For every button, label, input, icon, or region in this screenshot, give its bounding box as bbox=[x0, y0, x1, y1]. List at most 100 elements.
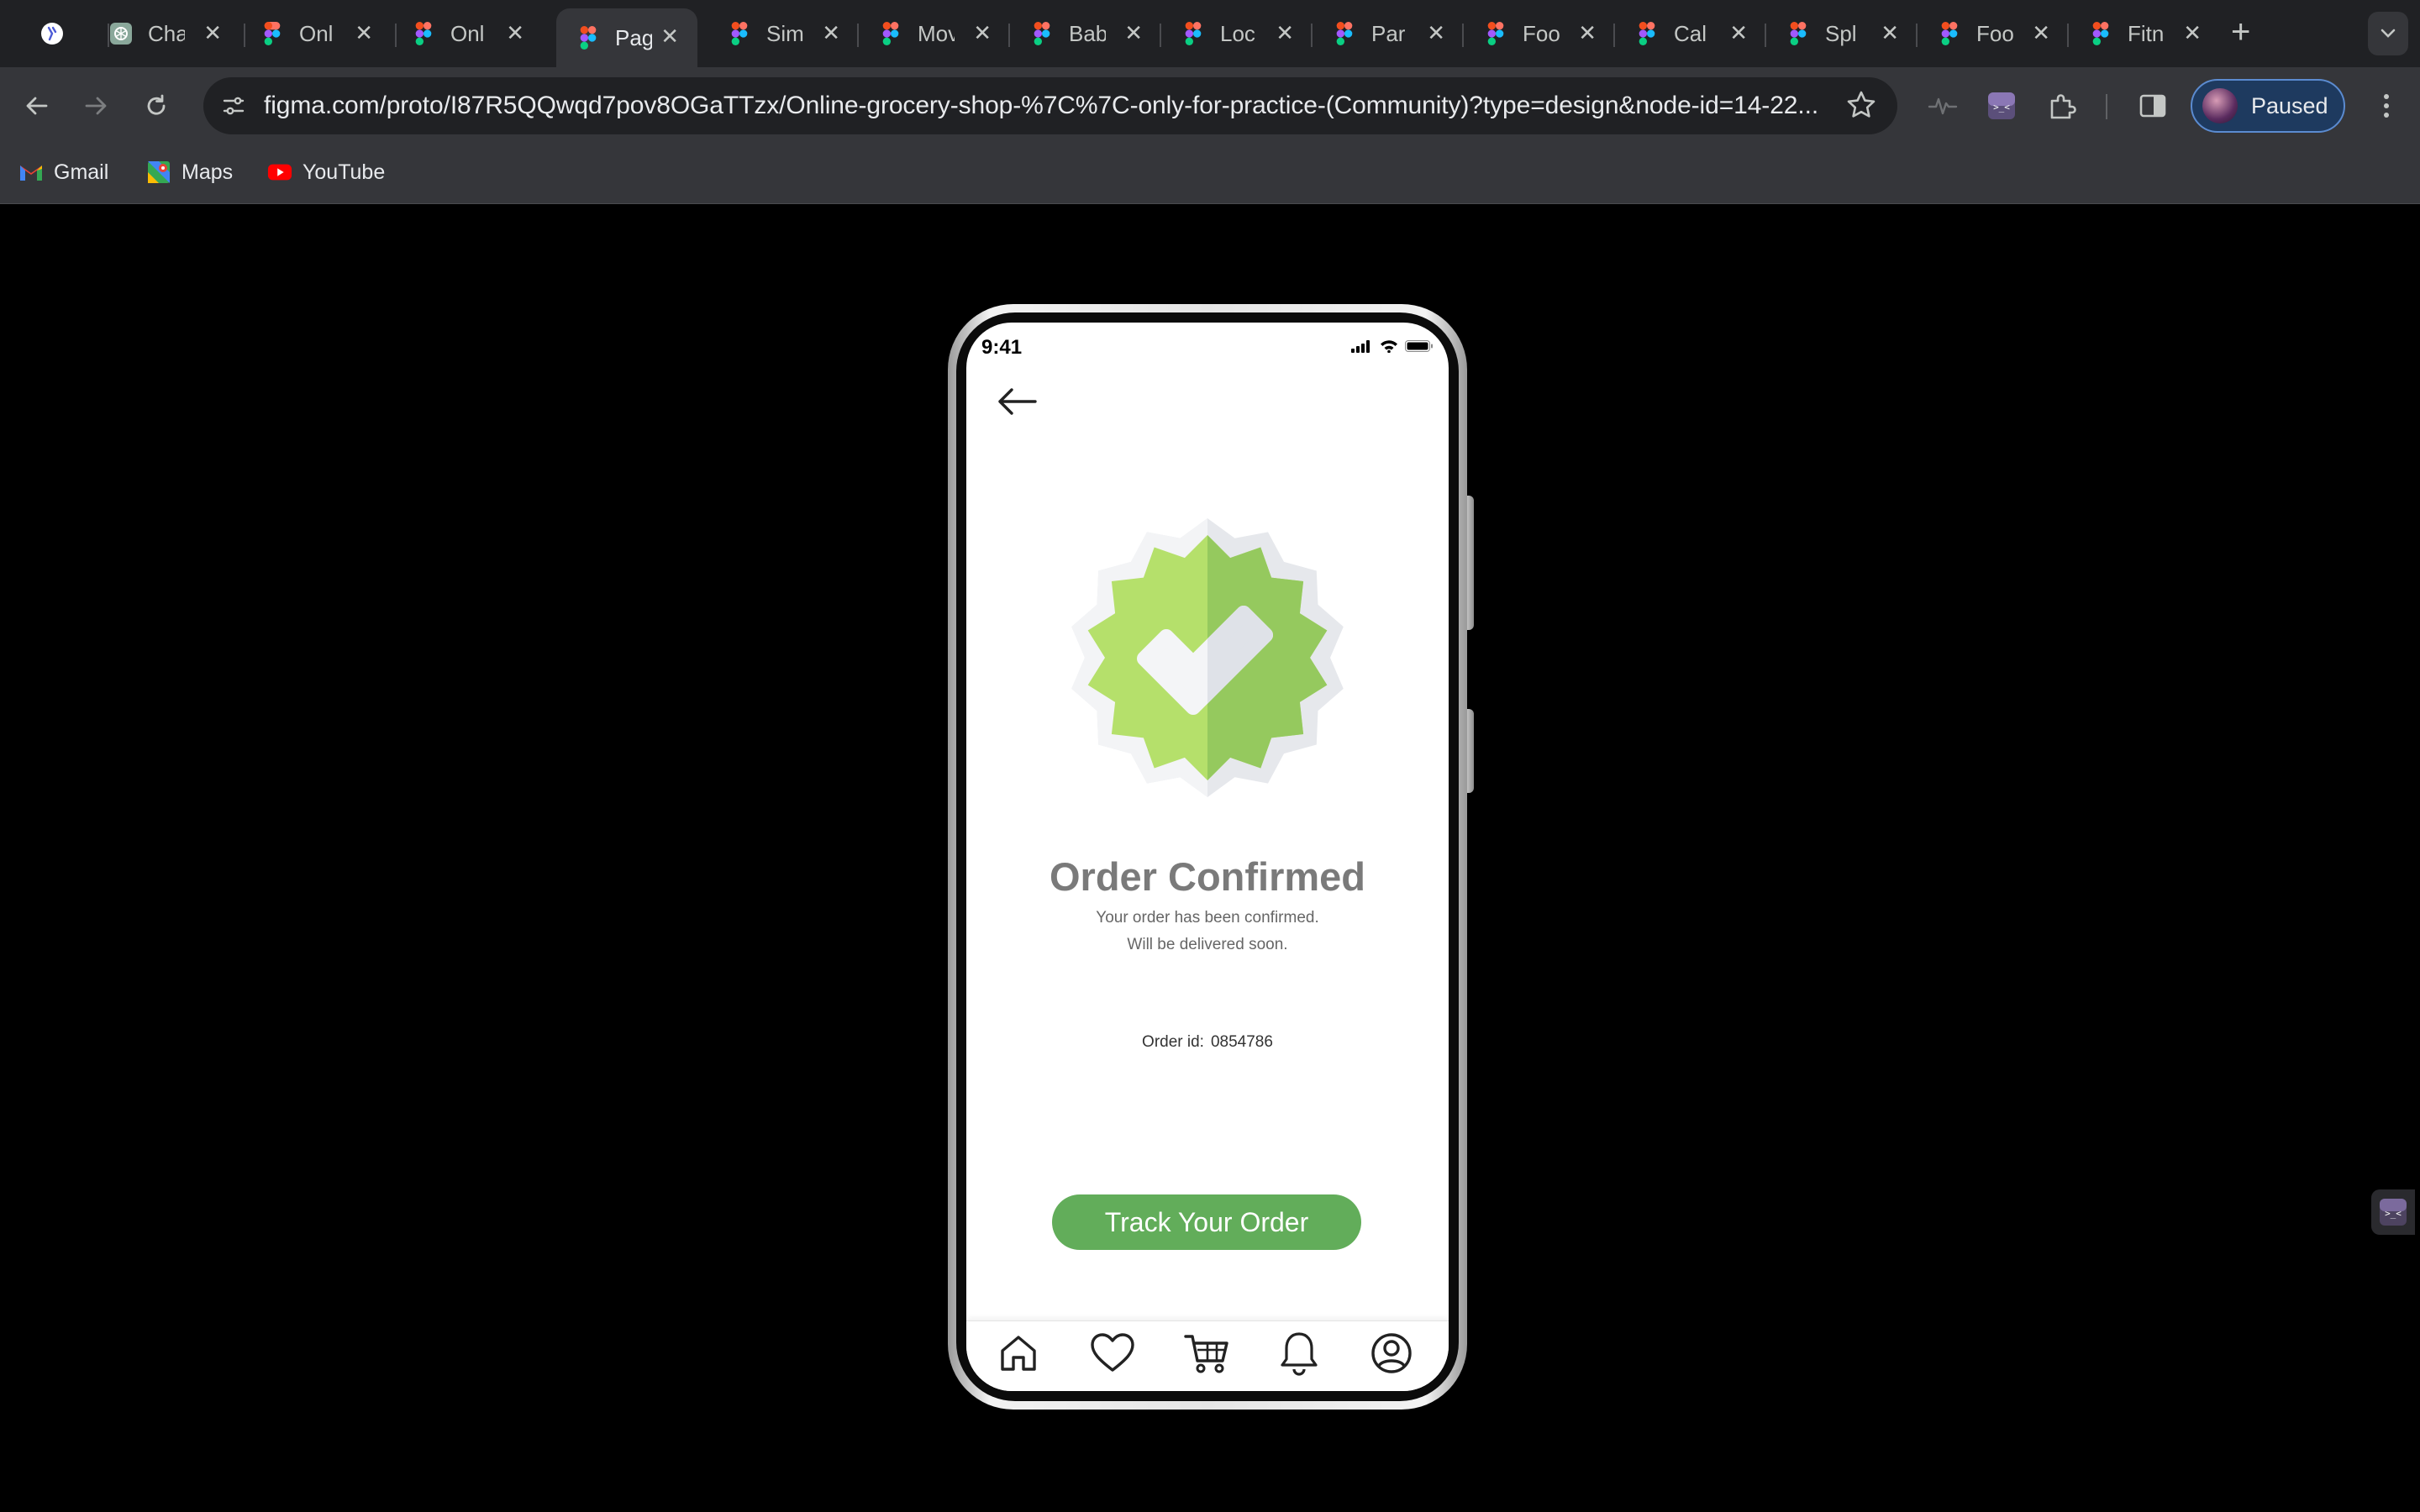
figma-icon bbox=[1333, 22, 1356, 45]
arrow-left-icon bbox=[998, 388, 1037, 415]
tab-app[interactable] bbox=[20, 12, 71, 55]
figma-icon bbox=[1786, 22, 1810, 45]
address-bar[interactable]: figma.com/proto/I87R5QQwqd7pov8OGaTTzx/O… bbox=[203, 77, 1897, 134]
close-icon[interactable]: ✕ bbox=[1578, 20, 1597, 46]
tab-figma-active[interactable]: Pag ✕ bbox=[556, 8, 697, 67]
arrow-left-icon bbox=[26, 97, 48, 115]
close-icon[interactable]: ✕ bbox=[506, 20, 524, 46]
order-confirmed-badge-icon bbox=[1067, 517, 1348, 798]
url-text[interactable]: figma.com/proto/I87R5QQwqd7pov8OGaTTzx/O… bbox=[264, 92, 1844, 120]
nav-profile[interactable] bbox=[1368, 1330, 1415, 1377]
close-icon[interactable]: ✕ bbox=[355, 20, 373, 46]
nav-home[interactable] bbox=[995, 1330, 1042, 1377]
bottom-nav bbox=[966, 1320, 1449, 1391]
tab-figma-10[interactable]: Foo ✕ bbox=[1464, 12, 1615, 55]
figma-icon bbox=[1181, 22, 1205, 45]
reload-icon bbox=[147, 94, 166, 115]
signal-icon bbox=[1351, 340, 1370, 353]
tab-figma-12[interactable]: Spl ✕ bbox=[1766, 12, 1918, 55]
performance-icon[interactable] bbox=[1924, 87, 1961, 124]
tab-figma-5[interactable]: Sim ✕ bbox=[708, 12, 859, 55]
tab-title: Loc bbox=[1220, 20, 1255, 46]
tab-search-button[interactable] bbox=[2368, 12, 2408, 55]
wifi-icon bbox=[1381, 340, 1397, 353]
side-panel-icon[interactable] bbox=[2134, 87, 2171, 124]
profile-status: Paused bbox=[2251, 92, 2328, 118]
battery-icon bbox=[1405, 340, 1433, 352]
tab-figma-13[interactable]: Foo ✕ bbox=[1918, 12, 2069, 55]
tab-title: Foo bbox=[1976, 20, 2013, 46]
extensions-puzzle-icon[interactable] bbox=[2044, 87, 2081, 124]
figma-icon bbox=[2089, 22, 2112, 45]
tab-title: Foo bbox=[1523, 20, 1560, 46]
bookmark-label: YouTube bbox=[302, 160, 386, 184]
tab-title: Bab bbox=[1069, 20, 1106, 46]
tab-figma-3[interactable]: Onl ✕ bbox=[392, 12, 543, 55]
tab-figma-11[interactable]: Cal ✕ bbox=[1615, 12, 1766, 55]
close-icon[interactable]: ✕ bbox=[822, 20, 840, 46]
back-arrow-button[interactable] bbox=[995, 383, 1039, 420]
forward-button[interactable] bbox=[77, 87, 114, 124]
bookmark-gmail[interactable]: Gmail bbox=[18, 160, 108, 185]
cart-icon bbox=[1184, 1335, 1228, 1373]
svg-text:>_<: >_< bbox=[2385, 1208, 2402, 1219]
site-info-icon[interactable] bbox=[217, 89, 250, 123]
browser-menu-button[interactable] bbox=[2371, 87, 2402, 124]
home-icon bbox=[1001, 1336, 1036, 1371]
profile-button[interactable]: Paused bbox=[2191, 79, 2345, 133]
nav-cart[interactable] bbox=[1183, 1330, 1230, 1377]
figma-icon bbox=[1635, 22, 1659, 45]
heart-icon bbox=[1091, 1333, 1134, 1372]
order-id-value: 0854786 bbox=[1210, 1033, 1273, 1051]
tab-title: Mov bbox=[918, 20, 955, 46]
close-icon[interactable]: ✕ bbox=[2032, 20, 2050, 46]
chevron-down-icon bbox=[2381, 29, 2396, 38]
back-button[interactable] bbox=[18, 87, 55, 124]
new-tab-button[interactable]: + bbox=[2231, 15, 2250, 49]
close-icon[interactable]: ✕ bbox=[660, 24, 679, 50]
tab-figma-6[interactable]: Mov ✕ bbox=[859, 12, 1010, 55]
figma-icon bbox=[412, 22, 435, 45]
tab-strip: Cha ✕ Onl ✕ Onl ✕ Pag ✕ Sim ✕ Mov ✕ Bab … bbox=[0, 0, 2420, 67]
tab-chatgpt[interactable]: Cha ✕ bbox=[89, 12, 240, 55]
tab-title: Cal bbox=[1674, 20, 1707, 46]
bookmark-maps[interactable]: Maps bbox=[146, 160, 233, 185]
tab-title: Onl bbox=[450, 20, 485, 46]
reload-button[interactable] bbox=[138, 87, 175, 124]
close-icon[interactable]: ✕ bbox=[1427, 20, 1445, 46]
bookmark-youtube[interactable]: YouTube bbox=[267, 160, 385, 185]
figma-icon bbox=[728, 22, 751, 45]
close-icon[interactable]: ✕ bbox=[1276, 20, 1294, 46]
delivery-message: Will be delivered soon. bbox=[1127, 936, 1288, 953]
close-icon[interactable]: ✕ bbox=[2183, 20, 2202, 46]
figma-icon bbox=[1030, 22, 1054, 45]
close-icon[interactable]: ✕ bbox=[973, 20, 992, 46]
bookmark-star-icon[interactable] bbox=[1845, 89, 1877, 125]
nav-favorites[interactable] bbox=[1089, 1330, 1136, 1377]
close-icon[interactable]: ✕ bbox=[1729, 20, 1748, 46]
figma-icon bbox=[879, 22, 902, 45]
tab-figma-14[interactable]: Fitn ✕ bbox=[2069, 12, 2220, 55]
order-id: Order id: 0854786 bbox=[966, 1033, 1449, 1052]
figma-icon bbox=[1484, 22, 1507, 45]
tab-title: Par bbox=[1371, 20, 1406, 46]
profile-icon bbox=[1371, 1333, 1412, 1373]
bell-icon bbox=[1281, 1332, 1318, 1376]
extension-terminal-icon[interactable]: >_< bbox=[1983, 87, 2020, 124]
figma-icon bbox=[576, 26, 600, 50]
youtube-icon bbox=[267, 160, 292, 185]
avatar bbox=[2202, 88, 2238, 123]
close-icon[interactable]: ✕ bbox=[1124, 20, 1143, 46]
track-order-button[interactable]: Track Your Order bbox=[1052, 1194, 1361, 1250]
tab-figma-7[interactable]: Bab ✕ bbox=[1010, 12, 1161, 55]
bookmark-label: Maps bbox=[182, 160, 234, 184]
nav-notifications[interactable] bbox=[1276, 1330, 1323, 1377]
figma-icon bbox=[1938, 22, 1961, 45]
tab-figma-9[interactable]: Par ✕ bbox=[1313, 12, 1464, 55]
tab-figma-8[interactable]: Loc ✕ bbox=[1161, 12, 1313, 55]
close-icon[interactable]: ✕ bbox=[1881, 20, 1899, 46]
tab-figma-2[interactable]: Onl ✕ bbox=[240, 12, 392, 55]
close-icon[interactable]: ✕ bbox=[203, 20, 222, 46]
chatgpt-icon bbox=[109, 22, 133, 45]
floating-extension-icon[interactable]: >_< bbox=[2371, 1189, 2415, 1235]
